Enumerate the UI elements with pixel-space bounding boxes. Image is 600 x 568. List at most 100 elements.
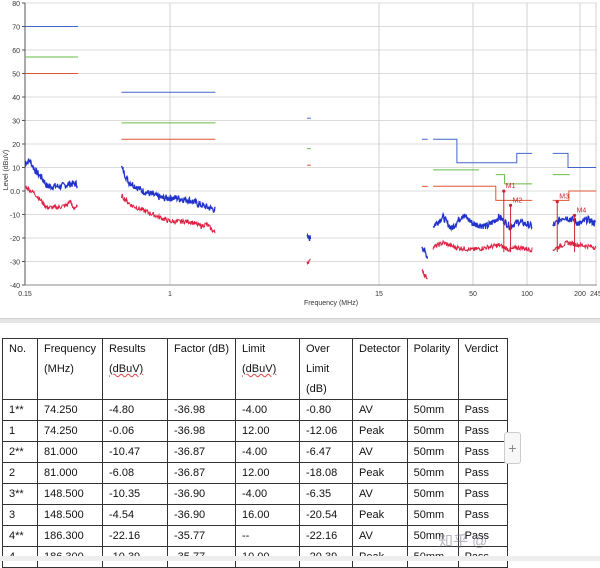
column-header-text: (dB) xyxy=(306,383,327,395)
column-header-text: (MHz) xyxy=(44,363,74,375)
table-cell: Pass xyxy=(457,441,508,463)
add-button[interactable]: + xyxy=(504,432,521,464)
table-cell: -18.08 xyxy=(299,462,353,484)
table-cell: 2** xyxy=(2,441,38,463)
x-tick-label: 200 xyxy=(574,291,586,298)
table-cell: Pass xyxy=(457,462,508,484)
table-cell: -36.87 xyxy=(166,462,237,484)
column-header-text: Factor (dB) xyxy=(173,343,229,355)
table-cell: -35.77 xyxy=(166,525,237,547)
column-header-text: Results xyxy=(108,343,146,355)
x-tick-label: 50 xyxy=(469,291,477,298)
y-tick-label: 40 xyxy=(12,95,20,102)
y-tick-label: 50 xyxy=(12,72,20,79)
x-tick-label: 100 xyxy=(521,291,533,298)
table-cell: 3 xyxy=(2,504,38,526)
table-cell: -12.06 xyxy=(299,420,353,442)
table-cell: -0.80 xyxy=(299,399,353,421)
table-cell: -36.87 xyxy=(166,441,237,463)
table-cell: 148.500 xyxy=(37,483,103,505)
table-row: 1 74.250 -0.06 -36.98 12.00 -12.06 Peak 50mm Pas… xyxy=(2,420,508,442)
table-cell: Pass xyxy=(457,399,508,421)
avg-trace xyxy=(421,268,428,280)
column-header: Frequency (MHz) xyxy=(37,338,103,400)
peak-trace xyxy=(432,211,533,232)
marker-label: M3 xyxy=(559,194,569,201)
column-header-text: (dBuV) xyxy=(242,363,277,375)
avg-trace xyxy=(24,185,78,211)
table-cell: 4** xyxy=(2,525,38,547)
table-cell: -6.08 xyxy=(101,462,168,484)
table-cell: -22.16 xyxy=(299,525,353,547)
peak-trace xyxy=(24,158,79,192)
table-cell: -10.47 xyxy=(101,441,168,463)
table-cell: 50mm xyxy=(406,420,459,442)
table-cell: AV xyxy=(352,483,408,505)
marker-label: M2 xyxy=(513,197,523,204)
avg-trace xyxy=(432,239,533,253)
table-cell: Pass xyxy=(457,420,508,442)
divider xyxy=(0,318,600,323)
y-tick-label: 10 xyxy=(12,166,20,173)
table-cell: 74.250 xyxy=(37,420,103,442)
marker-label: M1 xyxy=(506,183,516,190)
table-cell: 3** xyxy=(2,483,38,505)
table-cell: -4.00 xyxy=(235,441,300,463)
table-cell: Peak xyxy=(352,504,408,526)
y-axis-label: Level (dBuV) xyxy=(3,150,10,190)
y-tick-label: 30 xyxy=(12,119,20,126)
y-tick-label: -30 xyxy=(10,260,20,267)
table-cell: Pass xyxy=(457,504,508,526)
table-cell: -36.90 xyxy=(166,504,237,526)
column-header-text: Polarity xyxy=(413,343,451,355)
column-header-text: Detector xyxy=(359,343,401,355)
table-cell: -36.90 xyxy=(166,483,237,505)
peak-limit-line xyxy=(433,138,533,164)
y-tick-label: 60 xyxy=(12,48,20,55)
table-cell: -4.54 xyxy=(101,504,168,526)
scrollbar[interactable] xyxy=(0,556,600,561)
table-row: 4** 186.300 -22.16 -35.77 -- -22.16 AV 50mm Pass xyxy=(2,525,508,547)
table-cell: Peak xyxy=(352,420,408,442)
table-cell: -6.35 xyxy=(299,483,353,505)
y-tick-label: -10 xyxy=(10,213,20,220)
column-header: No. xyxy=(2,338,38,400)
table-cell: 16.00 xyxy=(235,504,300,526)
table-cell: 1 xyxy=(2,420,38,442)
table-cell: -- xyxy=(235,525,300,547)
table-cell: 50mm xyxy=(406,462,459,484)
table-cell: 2 xyxy=(2,462,38,484)
emission-chart: 80 70 60 50 40 30 20 10 0.0 -10 -20 -30 -400.15 1 15 50… xyxy=(3,1,600,307)
peak-trace xyxy=(120,165,216,213)
column-header: Results (dBuV) xyxy=(101,338,168,400)
peak-limit-line xyxy=(552,152,596,168)
column-header: Detector xyxy=(352,338,408,400)
y-tick-label: -40 xyxy=(10,283,20,290)
x-axis-label: Frequency (MHz) xyxy=(304,300,358,307)
table-cell: -4.00 xyxy=(235,483,300,505)
column-header: Over Limit (dB) xyxy=(299,338,353,400)
column-header-text: No. xyxy=(9,343,27,355)
y-tick-label: 70 xyxy=(12,25,20,32)
table-cell: 50mm xyxy=(406,441,459,463)
y-tick-label: 0.0 xyxy=(10,189,20,196)
table-cell: 12.00 xyxy=(235,462,300,484)
table-cell: 148.500 xyxy=(37,504,103,526)
table-row: 2 81.000 -6.08 -36.87 12.00 -18.08 Peak 50mm Pas… xyxy=(2,462,508,484)
table-cell: 50mm xyxy=(406,504,459,526)
table-cell: -4.00 xyxy=(235,399,300,421)
table-row: 1** 74.250 -4.80 -36.98 -4.00 -0.80 AV 50mm Pass xyxy=(2,399,508,421)
y-tick-label: 20 xyxy=(12,142,20,149)
table-cell: -6.47 xyxy=(299,441,353,463)
table-cell: 1** xyxy=(2,399,38,421)
table-cell: Pass xyxy=(457,483,508,505)
table-cell: AV xyxy=(352,441,408,463)
column-header: Verdict xyxy=(457,338,508,400)
table-row: 3** 148.500 -10.35 -36.90 -4.00 -6.35 AV 50mm Pa… xyxy=(2,483,508,505)
marker-label: M4 xyxy=(577,207,587,214)
table-header-row: No. Frequency (MHz) Results (dBuV) Factor (dB… xyxy=(2,338,508,400)
table-cell: 12.00 xyxy=(235,420,300,442)
table-cell: -36.98 xyxy=(166,399,237,421)
table-cell: -20.54 xyxy=(299,504,353,526)
peak-trace xyxy=(421,246,429,259)
